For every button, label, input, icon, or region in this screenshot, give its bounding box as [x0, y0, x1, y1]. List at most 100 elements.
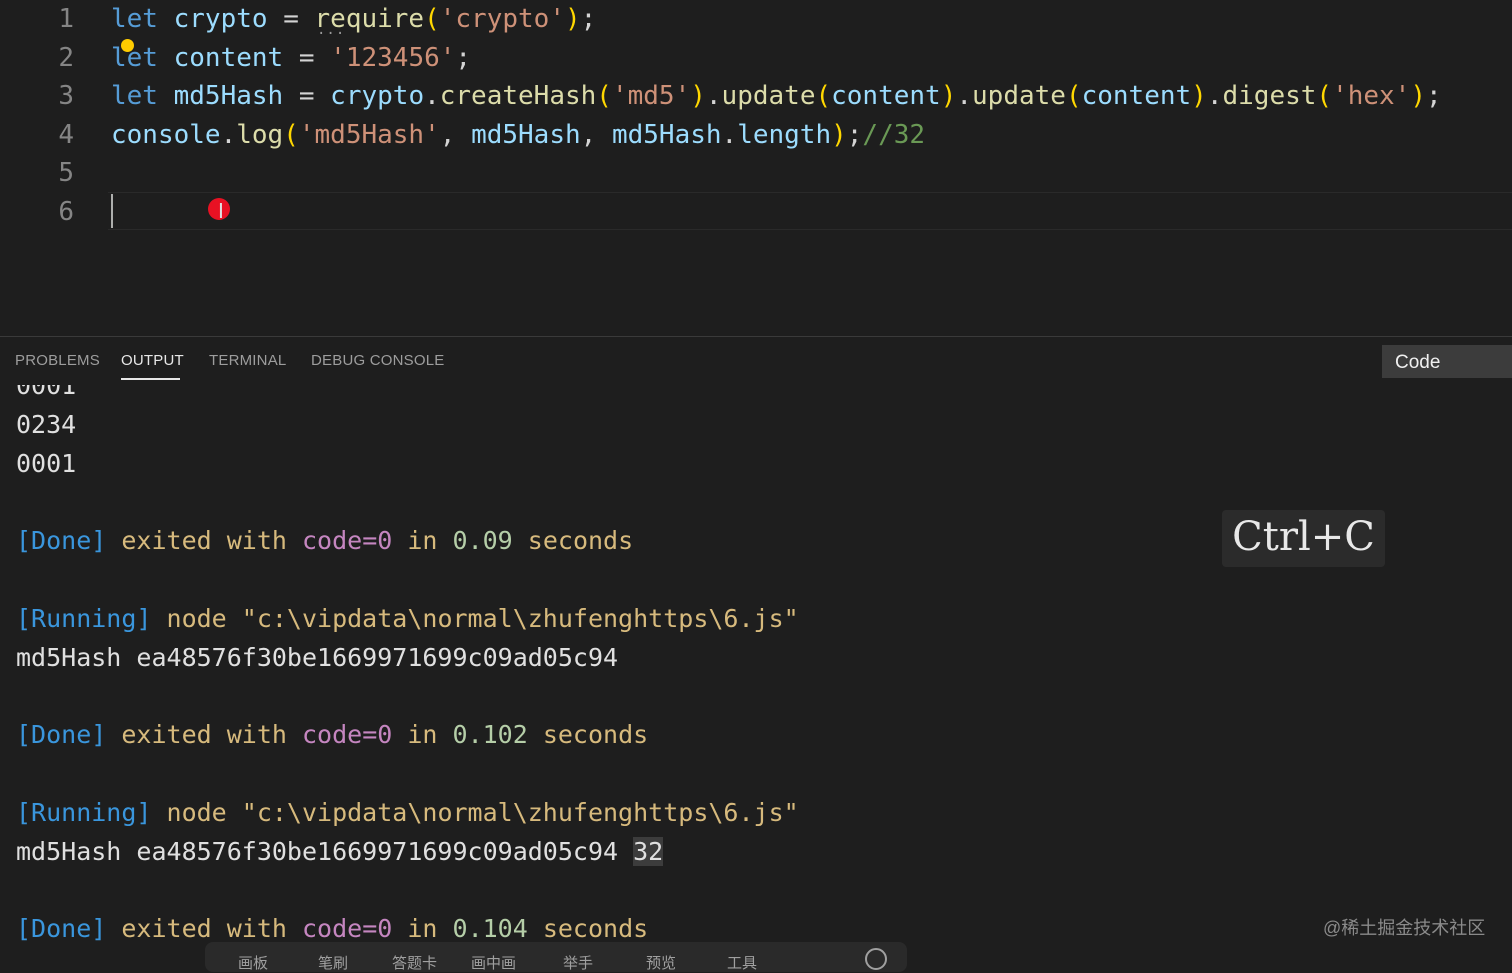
code-token: ) — [1191, 81, 1207, 112]
code-token: content — [831, 81, 941, 112]
code-token: 'md5Hash' — [298, 119, 440, 150]
toolbar-item[interactable]: 答题卡 — [392, 952, 437, 973]
output-line: [Running] node "c:\vipdata\normal\zhufen… — [16, 796, 799, 830]
selection-highlight: 32 — [633, 836, 664, 866]
code-token: crypto — [173, 4, 268, 34]
bottom-toolbar: 画板 笔刷 答题卡 画中画 举手 预览 工具 — [205, 942, 907, 972]
output-token: code=0 — [301, 526, 393, 556]
output-line: 0001 — [16, 385, 76, 403]
output-token: 0001 — [16, 448, 77, 478]
tab-terminal[interactable]: TERMINAL — [209, 352, 286, 369]
code-token: = — [283, 42, 331, 73]
output-token: seconds — [527, 914, 649, 944]
code-token: = — [283, 81, 331, 112]
code-token: 'hex' — [1332, 81, 1411, 112]
code-token: ( — [1316, 81, 1333, 112]
output-line: md5Hash ea48576f30be1669971699c09ad05c94 — [16, 641, 618, 675]
code-token: createHash — [439, 81, 597, 112]
code-token: digest — [1222, 81, 1317, 112]
output-token: [Running] — [16, 603, 152, 633]
code-token: ( — [1065, 81, 1082, 112]
toolbar-item[interactable]: 笔刷 — [318, 952, 348, 973]
output-token: code=0 — [301, 720, 393, 750]
toolbar-item[interactable]: 工具 — [727, 952, 757, 973]
output-line: [Running] node "c:\vipdata\normal\zhufen… — [16, 602, 799, 636]
code-token: length — [737, 119, 832, 150]
output-token: 0001 — [16, 385, 77, 400]
tab-problems[interactable]: PROBLEMS — [15, 352, 100, 369]
output-token: 0.09 — [452, 526, 513, 556]
key-hint-text: Ctrl+C — [1232, 514, 1375, 560]
active-tab-underline — [121, 378, 180, 380]
output-token: seconds — [512, 526, 634, 556]
code-line[interactable]: 2 let content = '123456'; — [0, 39, 1512, 77]
toolbar-item[interactable]: 预览 — [646, 952, 676, 973]
output-channel-select[interactable]: Code — [1382, 345, 1512, 378]
line-number: 2 — [58, 42, 74, 73]
code-token: ( — [424, 4, 440, 34]
code-token: //32 — [862, 119, 926, 150]
output-line: [Done] exited with code=0 in 0.09 second… — [16, 524, 633, 558]
code-token: md5Hash — [173, 81, 284, 112]
toolbar-item[interactable]: 画板 — [238, 952, 268, 973]
lightbulb-icon[interactable] — [121, 39, 134, 52]
toolbar-item[interactable]: 画中画 — [471, 952, 516, 973]
output-line: md5Hash ea48576f30be1669971699c09ad05c94… — [16, 835, 664, 869]
line-content: let content = '123456'; — [111, 39, 471, 77]
output-token: 0.102 — [452, 720, 528, 750]
key-hint-badge: Ctrl+C — [1222, 510, 1385, 567]
code-line[interactable]: 1 let crypto = require('crypto'); — [0, 0, 1512, 38]
line-number: 5 — [58, 158, 74, 189]
code-token: ) — [564, 4, 581, 34]
code-token: ( — [815, 81, 832, 112]
code-token: . — [1206, 81, 1223, 112]
code-token: let — [111, 81, 158, 112]
output-line: 0234 — [16, 408, 76, 442]
code-token: , — [439, 119, 472, 150]
code-line[interactable]: 3 let md5Hash = crypto.createHash('md5').… — [0, 77, 1512, 115]
text-cursor — [111, 194, 113, 228]
output-channel-label: Code — [1395, 352, 1441, 373]
output-token: [Running] — [16, 797, 152, 827]
code-token: ( — [596, 81, 612, 112]
line-number: 4 — [58, 119, 74, 150]
code-token: update — [972, 81, 1066, 112]
code-token: ; — [1426, 81, 1442, 112]
tab-output[interactable]: OUTPUT — [121, 352, 184, 369]
code-token: let — [111, 42, 158, 73]
code-token: ) — [690, 81, 706, 112]
code-token: ) — [1410, 81, 1426, 112]
code-token: 'md5' — [611, 81, 691, 112]
output-token: exited with — [106, 914, 302, 944]
code-token: , — [580, 119, 612, 150]
output-token: [Done] — [16, 914, 107, 944]
line-number: 3 — [58, 81, 74, 112]
code-token: . — [956, 81, 973, 112]
code-token: ; — [455, 42, 472, 73]
output-token: md5Hash ea48576f30be1669971699c09ad05c94 — [16, 642, 619, 672]
output-line: 0001 — [16, 447, 76, 481]
output-panel[interactable]: 0001 0234 0001 [Done] exited with code=0 in… — [0, 385, 1512, 964]
code-line[interactable]: 4 console.log('md5Hash', md5Hash, md5Hash… — [0, 116, 1512, 154]
code-token: update — [721, 81, 816, 112]
code-token: . — [220, 119, 237, 150]
line-content: console.log('md5Hash', md5Hash, md5Hash.… — [111, 116, 925, 154]
line-number: 6 — [58, 197, 74, 227]
code-token: 'crypto' — [439, 4, 565, 34]
toolbar-item[interactable]: 举手 — [563, 952, 593, 973]
output-token: in — [392, 720, 453, 750]
line-content: let crypto = require('crypto'); — [111, 0, 596, 38]
code-editor[interactable]: 1 let crypto = require('crypto'); 2 let con… — [0, 0, 1512, 336]
output-token: 0234 — [16, 409, 77, 439]
code-token: let — [111, 4, 158, 34]
code-token: ( — [283, 119, 299, 150]
code-line[interactable]: 5 — [0, 154, 1512, 192]
tab-debug-console[interactable]: DEBUG CONSOLE — [311, 352, 444, 369]
code-token: content — [1081, 81, 1192, 112]
code-token: ; — [846, 119, 863, 150]
output-token: in — [392, 526, 453, 556]
power-icon[interactable] — [865, 948, 887, 970]
